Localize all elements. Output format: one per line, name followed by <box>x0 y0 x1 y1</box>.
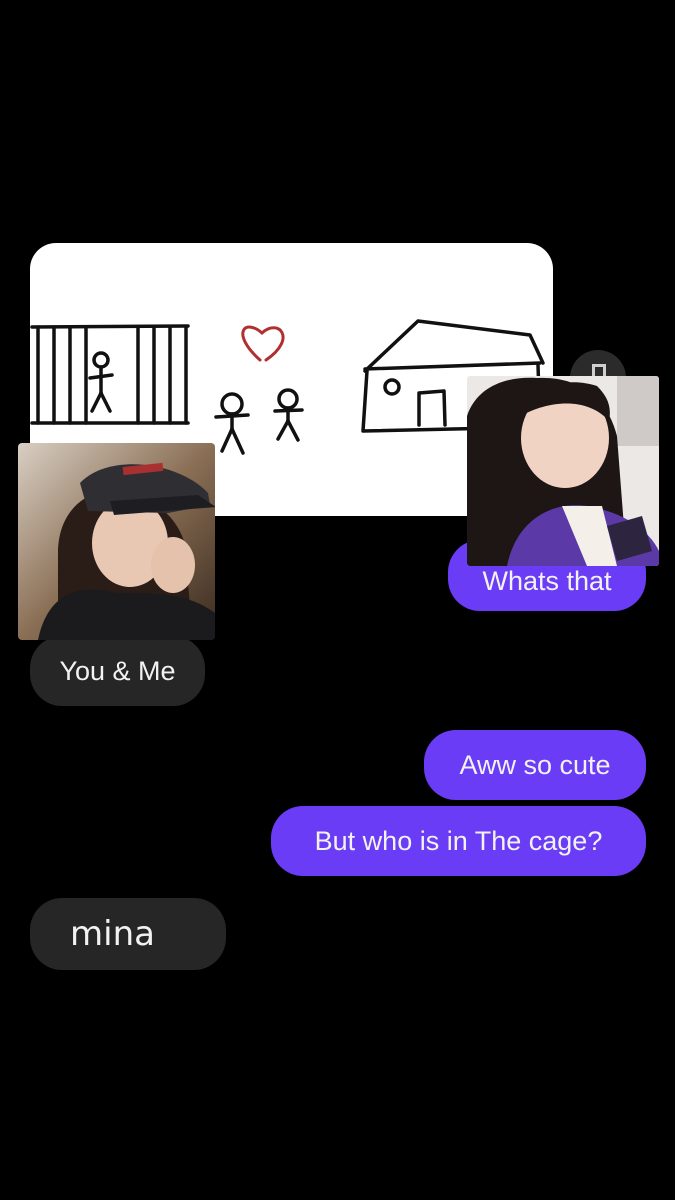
portrait-photo-icon <box>467 376 659 566</box>
react-icon <box>592 364 606 376</box>
message-text: But who is in The cage? <box>314 825 603 856</box>
message-bubble-outgoing[interactable]: But who is in The cage? <box>271 806 646 876</box>
message-text: Aww so cute <box>459 749 611 780</box>
message-bubble-incoming[interactable]: You & Me <box>30 636 205 706</box>
message-bubble-outgoing[interactable]: Aww so cute <box>424 730 646 800</box>
portrait-photo-icon <box>18 443 215 640</box>
message-text: Whats that <box>482 566 612 596</box>
message-text: You & Me <box>59 655 176 686</box>
message-bubble-incoming[interactable]: mina <box>30 898 226 970</box>
message-text: mina <box>70 914 155 954</box>
